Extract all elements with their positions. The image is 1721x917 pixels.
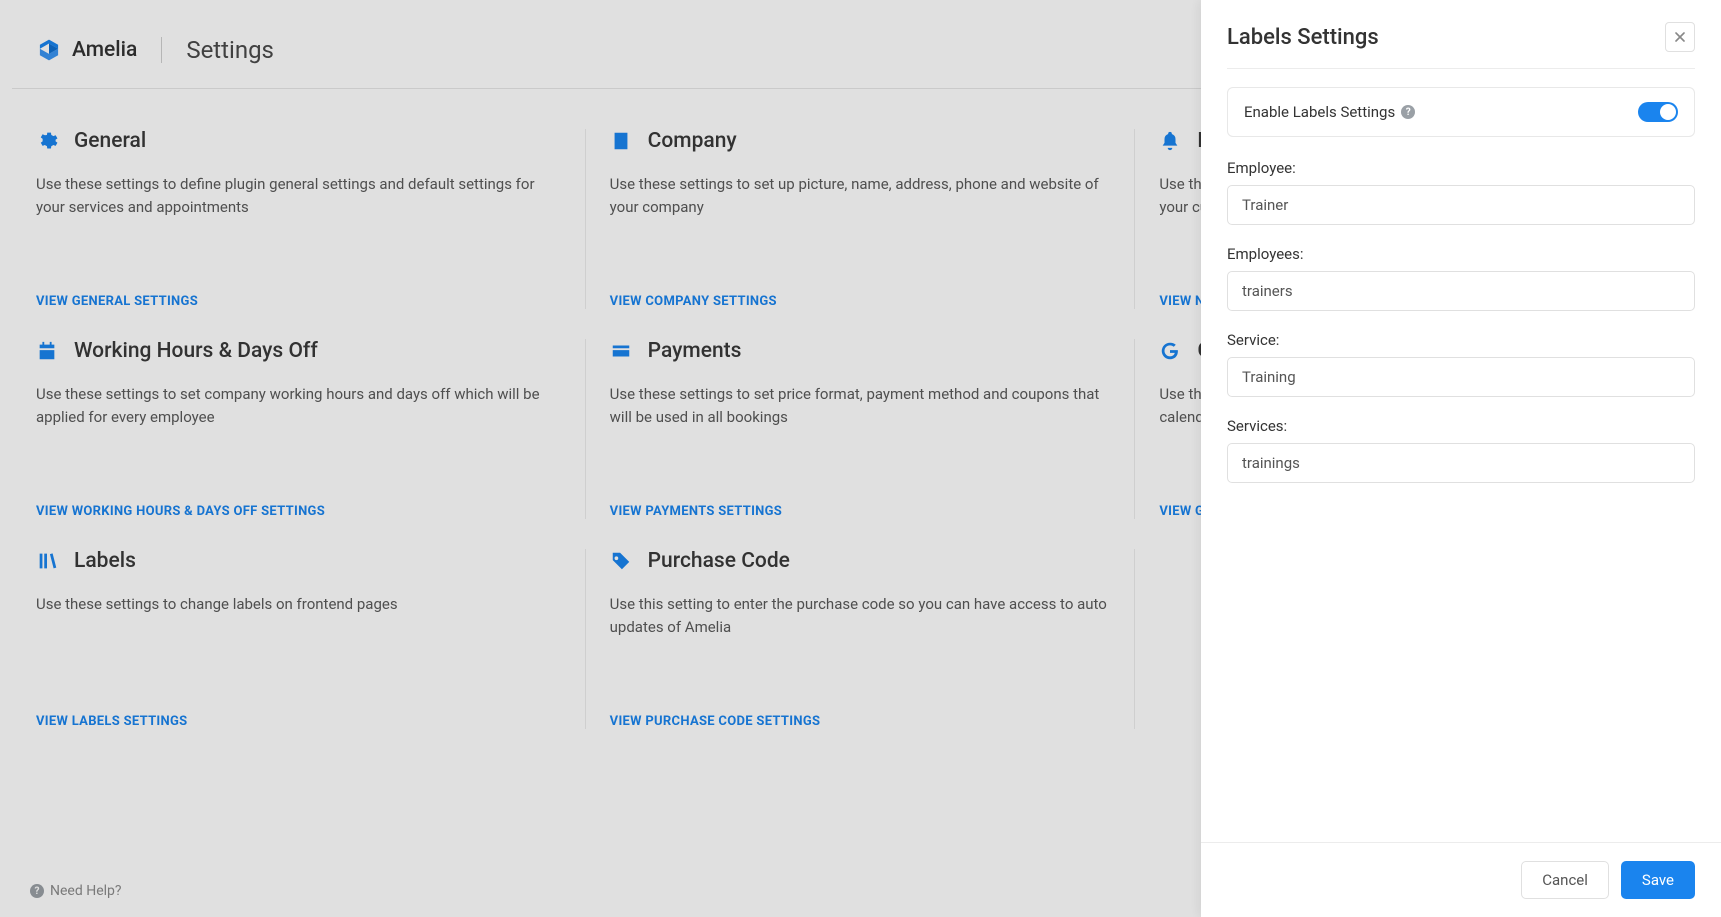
field-input[interactable] xyxy=(1227,443,1695,483)
close-icon xyxy=(1675,32,1685,42)
drawer-title: Labels Settings xyxy=(1227,25,1379,50)
close-button[interactable] xyxy=(1665,22,1695,52)
form-group: Employee: xyxy=(1227,159,1695,225)
form-group: Employees: xyxy=(1227,245,1695,311)
enable-labels-toggle[interactable] xyxy=(1638,102,1678,122)
form-group: Service: xyxy=(1227,331,1695,397)
field-label: Service: xyxy=(1227,331,1695,349)
help-icon[interactable]: ? xyxy=(1401,105,1415,119)
field-label: Services: xyxy=(1227,417,1695,435)
enable-labels-text: Enable Labels Settings xyxy=(1244,103,1395,121)
field-input[interactable] xyxy=(1227,271,1695,311)
field-input[interactable] xyxy=(1227,357,1695,397)
field-label: Employees: xyxy=(1227,245,1695,263)
cancel-button[interactable]: Cancel xyxy=(1521,861,1609,899)
drawer-footer: Cancel Save xyxy=(1201,842,1721,917)
drawer-fields: Employee: Employees: Service: Services: xyxy=(1227,159,1695,483)
form-group: Services: xyxy=(1227,417,1695,483)
enable-labels-row: Enable Labels Settings ? xyxy=(1227,87,1695,137)
field-label: Employee: xyxy=(1227,159,1695,177)
drawer-head: Labels Settings xyxy=(1227,22,1695,69)
save-button[interactable]: Save xyxy=(1621,861,1695,899)
enable-labels-label: Enable Labels Settings ? xyxy=(1244,103,1415,121)
drawer-body: Labels Settings Enable Labels Settings ?… xyxy=(1201,0,1721,842)
field-input[interactable] xyxy=(1227,185,1695,225)
labels-settings-drawer: Labels Settings Enable Labels Settings ?… xyxy=(1201,0,1721,917)
